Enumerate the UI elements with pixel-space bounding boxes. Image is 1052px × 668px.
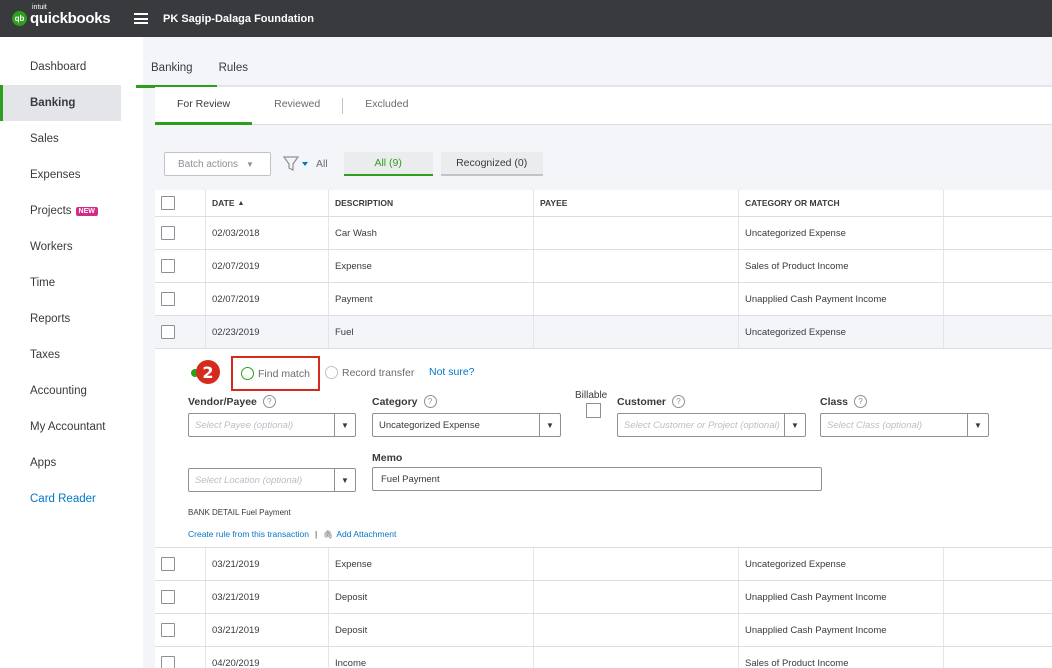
row-checkbox[interactable] bbox=[161, 325, 175, 339]
category-label: Category? bbox=[372, 395, 437, 408]
filter-icon[interactable] bbox=[283, 154, 309, 174]
dropdown-arrow-icon[interactable]: ▼ bbox=[334, 414, 355, 436]
add-attachment-link[interactable]: Add Attachment bbox=[336, 529, 396, 539]
sidebar-item-expenses[interactable]: Expenses bbox=[0, 157, 121, 193]
tab-excluded[interactable]: Excluded bbox=[343, 87, 430, 125]
table-row[interactable]: 02/07/2019 Payment Unapplied Cash Paymen… bbox=[155, 283, 1052, 316]
column-description[interactable]: DESCRIPTION bbox=[328, 190, 533, 216]
not-sure-link[interactable]: Not sure? bbox=[429, 366, 475, 378]
column-payee[interactable]: PAYEE bbox=[533, 190, 738, 216]
sidebar-item-accounting[interactable]: Accounting bbox=[0, 373, 121, 409]
table-row[interactable]: 04/20/2019 Income Sales of Product Incom… bbox=[155, 647, 1052, 668]
dropdown-arrow-icon[interactable]: ▼ bbox=[784, 414, 805, 436]
help-icon[interactable]: ? bbox=[423, 395, 437, 408]
customer-select[interactable]: Select Customer or Project (optional) ▼ bbox=[617, 413, 806, 437]
billable-checkbox[interactable] bbox=[586, 403, 601, 418]
table-row[interactable]: 02/03/2018 Car Wash Uncategorized Expens… bbox=[155, 217, 1052, 250]
help-icon[interactable]: ? bbox=[262, 395, 276, 408]
step-number-badge: 2 bbox=[196, 360, 220, 384]
row-checkbox[interactable] bbox=[161, 623, 175, 637]
memo-label: Memo bbox=[372, 452, 403, 464]
sidebar-item-reports[interactable]: Reports bbox=[0, 301, 121, 337]
class-label: Class? bbox=[820, 395, 868, 408]
memo-input[interactable]: Fuel Payment bbox=[372, 467, 822, 491]
hamburger-menu-icon[interactable] bbox=[134, 13, 148, 24]
row-checkbox[interactable] bbox=[161, 656, 175, 668]
batch-actions-button[interactable]: Batch actions ▼ bbox=[164, 152, 271, 176]
help-icon[interactable]: ? bbox=[854, 395, 868, 408]
class-select[interactable]: Select Class (optional) ▼ bbox=[820, 413, 989, 437]
left-nav: Dashboard Banking Sales Expenses Project… bbox=[0, 37, 143, 668]
table-row[interactable]: 03/21/2019 Expense Uncategorized Expense bbox=[155, 548, 1052, 581]
company-name: PK Sagip-Dalaga Foundation bbox=[163, 12, 314, 25]
row-checkbox[interactable] bbox=[161, 590, 175, 604]
sort-asc-icon: ▲ bbox=[237, 199, 245, 207]
table-row[interactable]: 03/21/2019 Deposit Unapplied Cash Paymen… bbox=[155, 614, 1052, 647]
select-all-checkbox[interactable] bbox=[161, 196, 175, 210]
review-subtabs: For Review Reviewed Excluded bbox=[155, 87, 1052, 125]
sidebar-item-my-accountant[interactable]: My Accountant bbox=[0, 409, 121, 445]
table-row[interactable]: 02/07/2019 Expense Sales of Product Inco… bbox=[155, 250, 1052, 283]
vendor-label: Vendor/Payee? bbox=[188, 395, 276, 408]
dropdown-arrow-icon[interactable]: ▼ bbox=[967, 414, 988, 436]
tab-rules[interactable]: Rules bbox=[206, 37, 261, 87]
sidebar-item-time[interactable]: Time bbox=[0, 265, 121, 301]
sidebar-item-projects[interactable]: Projects NEW bbox=[0, 193, 121, 229]
help-icon[interactable]: ? bbox=[672, 395, 686, 408]
panel-links: Create rule from this transaction | 🖇 Ad… bbox=[188, 529, 397, 539]
row-checkbox[interactable] bbox=[161, 292, 175, 306]
category-select[interactable]: Uncategorized Expense ▼ bbox=[372, 413, 561, 437]
location-select[interactable]: Select Location (optional) ▼ bbox=[188, 468, 356, 492]
sidebar-item-sales[interactable]: Sales bbox=[0, 121, 121, 157]
column-date[interactable]: DATE ▲ bbox=[205, 190, 328, 216]
filter-all-label: All bbox=[316, 158, 328, 170]
main-content: Banking Rules For Review Reviewed Exclud… bbox=[136, 37, 1052, 668]
logo-intuit-text: intuit bbox=[32, 3, 47, 11]
tab-banking[interactable]: Banking bbox=[143, 37, 206, 87]
chevron-down-icon: ▼ bbox=[246, 159, 254, 169]
sidebar-item-apps[interactable]: Apps bbox=[0, 445, 121, 481]
paperclip-icon: 🖇 bbox=[323, 529, 334, 539]
find-match-option[interactable]: Find match bbox=[231, 356, 320, 391]
tab-for-review[interactable]: For Review bbox=[155, 87, 253, 125]
quickbooks-logo[interactable]: qb intuit quickbooks bbox=[12, 4, 132, 28]
record-transfer-radio[interactable] bbox=[325, 366, 338, 379]
all-count-tab[interactable]: All (9) bbox=[343, 152, 433, 176]
dropdown-arrow-icon[interactable]: ▼ bbox=[539, 414, 560, 436]
top-bar: qb intuit quickbooks PK Sagip-Dalaga Fou… bbox=[0, 0, 1052, 37]
sidebar-item-workers[interactable]: Workers bbox=[0, 229, 121, 265]
sidebar-item-banking[interactable]: Banking bbox=[0, 85, 121, 121]
row-checkbox[interactable] bbox=[161, 226, 175, 240]
table-header: DATE ▲ DESCRIPTION PAYEE CATEGORY OR MATC… bbox=[155, 190, 1052, 217]
transaction-detail-panel: 2 Find match Record transfer Not sure? V… bbox=[155, 349, 1052, 548]
vendor-select[interactable]: Select Payee (optional) ▼ bbox=[188, 413, 356, 437]
transactions-table: DATE ▲ DESCRIPTION PAYEE CATEGORY OR MATC… bbox=[155, 190, 1052, 668]
toolbar: Batch actions ▼ All All (9) Recognized (… bbox=[164, 152, 543, 176]
find-match-radio[interactable] bbox=[241, 367, 254, 380]
sidebar-item-dashboard[interactable]: Dashboard bbox=[0, 49, 121, 85]
recognized-count-tab[interactable]: Recognized (0) bbox=[440, 152, 543, 176]
bank-detail-text: BANK DETAIL Fuel Payment bbox=[188, 508, 291, 517]
customer-label: Customer? bbox=[617, 395, 686, 408]
top-tabs: Banking Rules bbox=[143, 37, 261, 87]
record-transfer-option[interactable]: Record transfer bbox=[325, 366, 414, 379]
new-badge: NEW bbox=[75, 206, 98, 216]
tab-reviewed[interactable]: Reviewed bbox=[252, 87, 342, 125]
column-category[interactable]: CATEGORY OR MATCH bbox=[738, 190, 943, 216]
row-checkbox[interactable] bbox=[161, 557, 175, 571]
logo-wordmark: quickbooks bbox=[30, 9, 111, 27]
table-row[interactable]: 03/21/2019 Deposit Unapplied Cash Paymen… bbox=[155, 581, 1052, 614]
row-checkbox[interactable] bbox=[161, 259, 175, 273]
dropdown-arrow-icon[interactable]: ▼ bbox=[334, 469, 355, 491]
sidebar-item-card-reader[interactable]: Card Reader bbox=[0, 481, 121, 517]
qb-logo-icon: qb bbox=[12, 11, 27, 26]
sidebar-item-taxes[interactable]: Taxes bbox=[0, 337, 121, 373]
billable-label: Billable bbox=[575, 390, 608, 401]
create-rule-link[interactable]: Create rule from this transaction bbox=[188, 529, 309, 539]
table-row-expanded[interactable]: 02/23/2019 Fuel Uncategorized Expense bbox=[155, 316, 1052, 349]
